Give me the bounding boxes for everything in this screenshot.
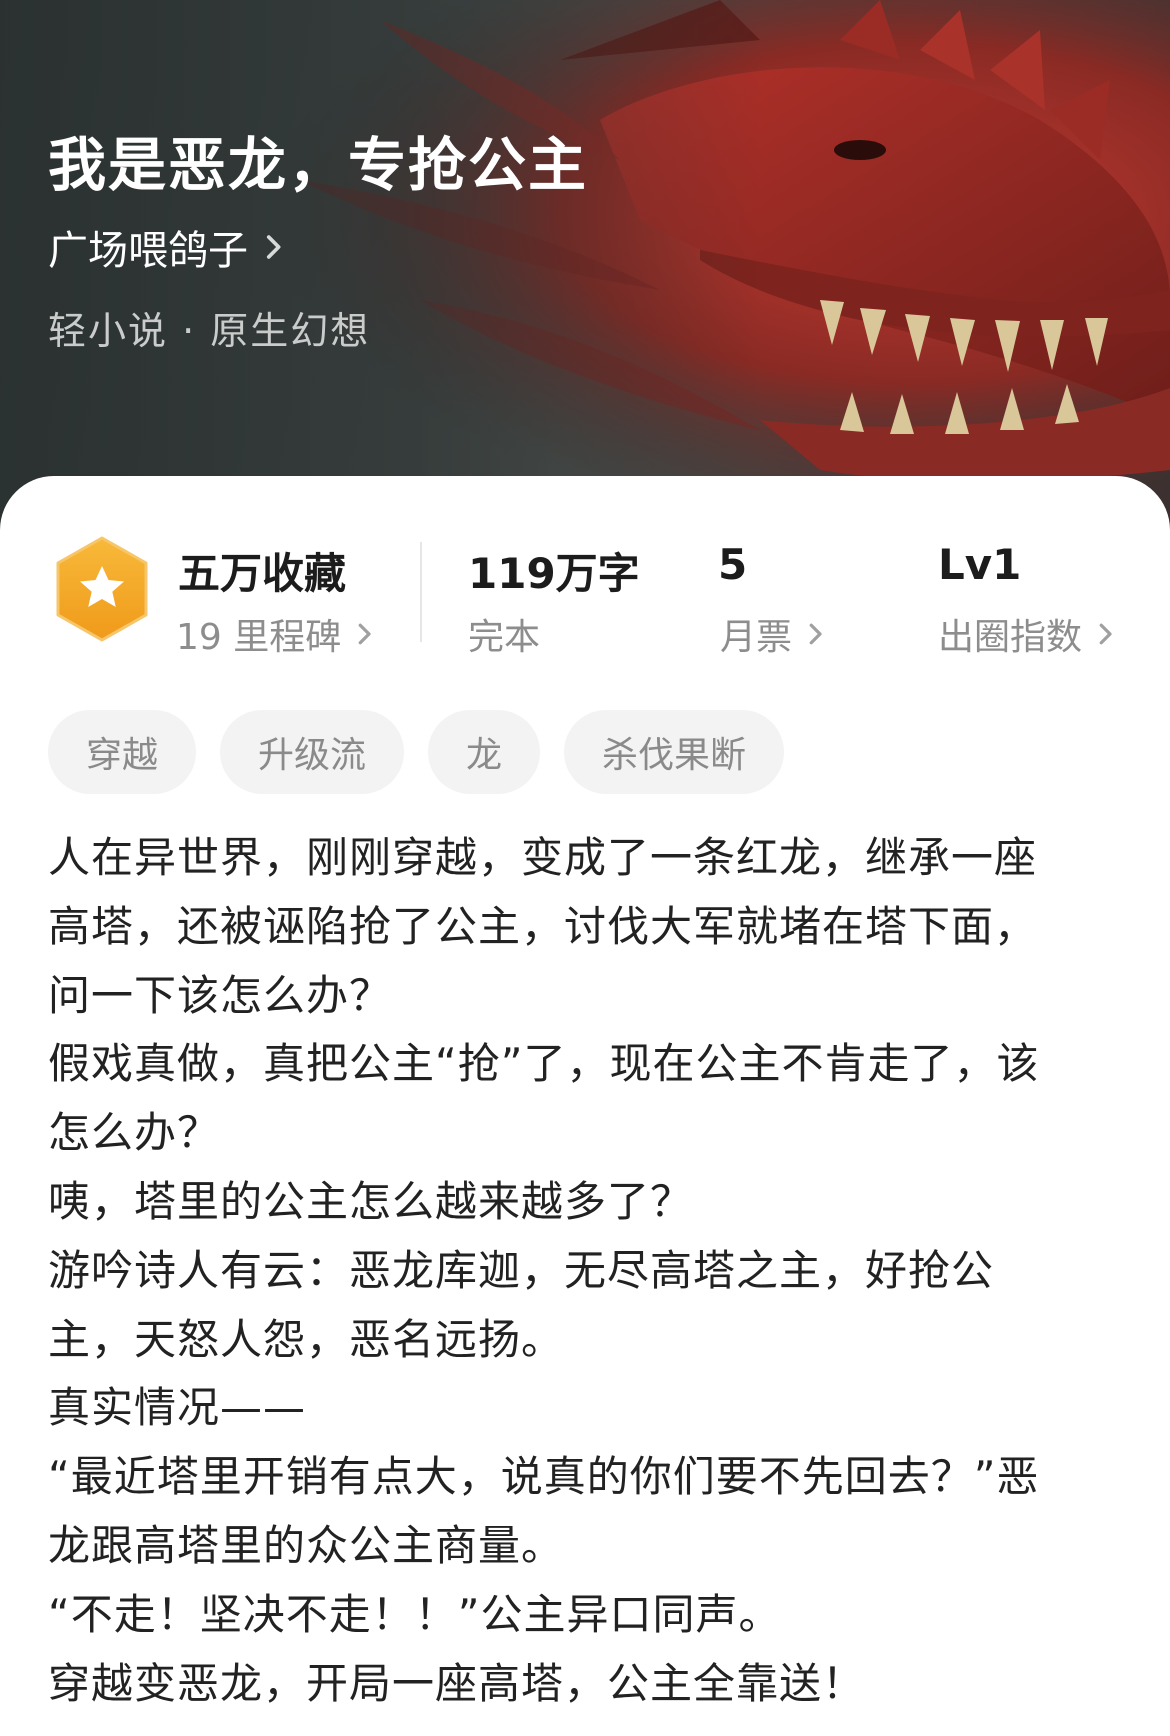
tag-chip[interactable]: 龙 (428, 710, 541, 794)
chevron-right-icon (266, 235, 281, 259)
synopsis-line: “不走！坚决不走！！”公主异口同声。 (48, 1589, 782, 1639)
synopsis-line: “最近塔里开销有点大，说真的你们要不先回去？”恶 (48, 1452, 1040, 1502)
synopsis-line: 假戏真做，真把公主“抢”了，现在公主不肯走了，该 (48, 1039, 1040, 1089)
tag-list: 穿越 升级流 龙 杀伐果断 (48, 710, 785, 794)
synopsis-line: 高塔，还被诬陷抢了公主，讨伐大军就堵在塔下面， (48, 901, 1038, 951)
synopsis-line: 咦，塔里的公主怎么越来越多了？ (48, 1176, 694, 1226)
chevron-right-icon (809, 623, 822, 645)
tag-chip[interactable]: 穿越 (48, 710, 197, 794)
stats-row: 五万收藏 19 里程碑 119万字 完本 5 月票 Lv1 出圈指数 (0, 476, 1170, 666)
favorites-count: 五万收藏 (178, 549, 347, 598)
level-value: Lv1 (938, 540, 1022, 589)
book-info-card: 五万收藏 19 里程碑 119万字 完本 5 月票 Lv1 出圈指数 穿越 升级… (0, 476, 1170, 1736)
monthly-votes-link[interactable]: 月票 (720, 608, 830, 660)
book-genre: 轻小说 · 原生幻想 (48, 309, 371, 353)
synopsis-line: 龙跟高塔里的众公主商量。 (48, 1520, 565, 1570)
author-link[interactable]: 广场喂鸽子 (48, 218, 290, 276)
monthly-votes-label: 月票 (720, 617, 793, 658)
book-synopsis: 人在异世界，刚刚穿越，变成了一条红龙，继承一座 高塔，还被诬陷抢了公主，讨伐大军… (48, 824, 1122, 1718)
synopsis-line: 主，天怒人怨，恶名远扬。 (48, 1314, 565, 1364)
star-hexagon-badge-icon (56, 536, 148, 642)
synopsis-line: 真实情况—— (48, 1383, 307, 1433)
completion-status: 完本 (468, 608, 540, 660)
completion-status-label: 完本 (468, 617, 541, 658)
chevron-right-icon (358, 623, 371, 645)
synopsis-line: 人在异世界，刚刚穿越，变成了一条红龙，继承一座 (48, 833, 1038, 882)
chevron-right-icon (1099, 623, 1112, 645)
stats-divider (420, 542, 422, 642)
synopsis-line: 穿越变恶龙，开局一座高塔，公主全靠送！ (48, 1658, 866, 1708)
popularity-index-link[interactable]: 出圈指数 (938, 608, 1120, 660)
milestones-label: 19 里程碑 (176, 617, 342, 658)
book-title: 我是恶龙，专抢公主 (48, 131, 589, 199)
author-name: 广场喂鸽子 (48, 228, 248, 274)
popularity-index-label: 出圈指数 (938, 617, 1083, 658)
monthly-votes-count: 5 (718, 540, 748, 589)
synopsis-line: 问一下该怎么办？ (48, 970, 393, 1020)
milestones-link[interactable]: 19 里程碑 (176, 608, 379, 660)
synopsis-line: 游吟诗人有云：恶龙库迦，无尽高塔之主，好抢公 (48, 1245, 995, 1295)
tag-chip[interactable]: 升级流 (220, 710, 405, 794)
tag-chip[interactable]: 杀伐果断 (564, 710, 785, 794)
word-count: 119万字 (468, 549, 640, 598)
synopsis-line: 怎么办？ (48, 1108, 221, 1158)
